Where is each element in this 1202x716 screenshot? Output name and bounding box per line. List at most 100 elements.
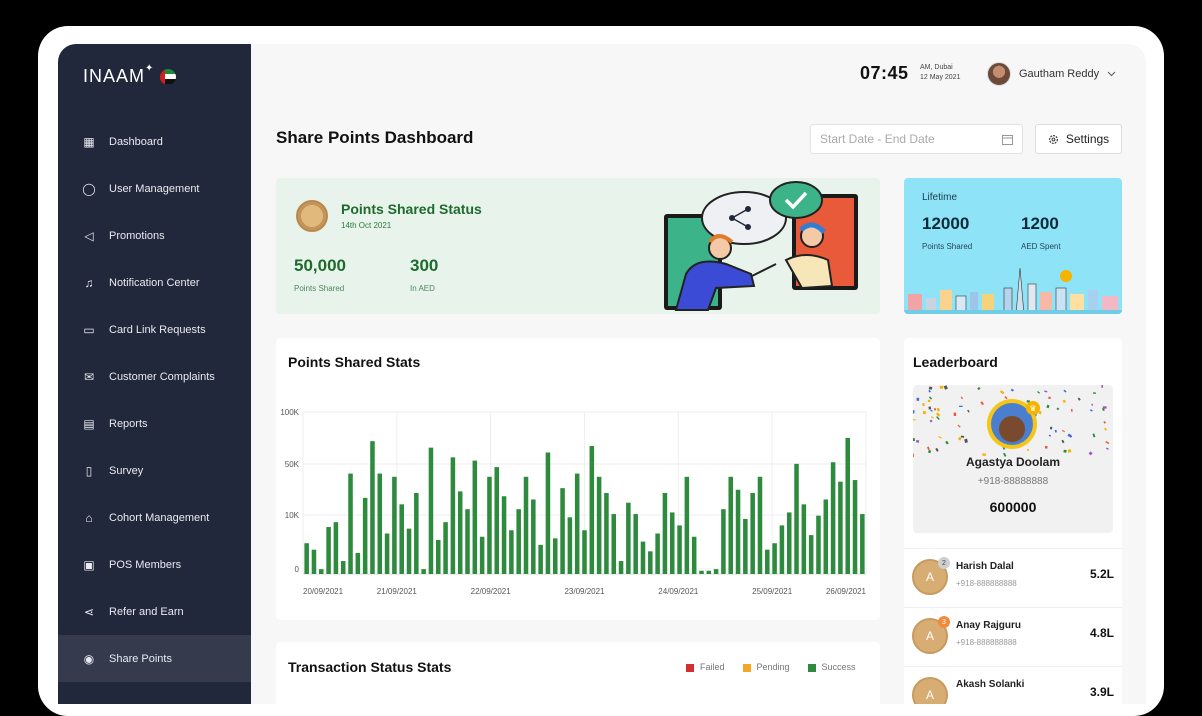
confetti-piece — [928, 406, 932, 410]
aed-value: 300 — [410, 256, 439, 275]
chart-bar — [662, 493, 668, 574]
legend-swatch — [742, 663, 751, 672]
chart-bar — [582, 530, 587, 574]
bell-icon: ♫ — [84, 275, 94, 290]
confetti-piece — [999, 390, 1005, 395]
chart-bar — [428, 447, 434, 574]
user-name: Gautham Reddy — [1019, 68, 1100, 80]
chart-bar — [348, 473, 353, 574]
x-tick-label: 21/09/2021 — [377, 587, 418, 596]
chart-bar — [626, 502, 631, 574]
chart-bar — [604, 493, 609, 574]
confetti-piece — [1103, 421, 1106, 424]
confetti-piece — [1010, 388, 1014, 392]
chart-bar — [370, 441, 375, 574]
x-tick-label: 24/09/2021 — [658, 587, 699, 596]
chart-bar — [830, 462, 836, 574]
leaderboard-row[interactable]: A 3 Anay Rajguru +918-888888888 4.8L — [904, 607, 1122, 663]
sidebar-item-card-link-requests[interactable]: ▭ Card Link Requests — [58, 306, 251, 353]
legend-label: Pending — [756, 662, 790, 672]
share-icon: ⋖ — [83, 604, 95, 619]
leaderboard-top-card[interactable]: ♛ Agastya Doolam +918-88888888 600000 — [913, 385, 1113, 533]
settings-button[interactable]: Settings — [1035, 124, 1122, 154]
app-window: INAAM ✦ ▦ Dashboard ◯ User Management ◁ Promo… — [58, 44, 1146, 704]
chart-bar — [362, 497, 368, 574]
lifetime-points-label: Points Shared — [922, 242, 973, 251]
leaderboard-title: Leaderboard — [913, 354, 998, 370]
leaderboard-row-name: Anay Rajguru — [956, 620, 1022, 631]
chart-bar — [618, 561, 624, 574]
confetti-piece — [1091, 403, 1094, 406]
confetti-piece — [929, 419, 933, 423]
user-menu[interactable]: Gautham Reddy — [987, 62, 1116, 86]
chart-bar — [765, 549, 770, 574]
brand-name: INAAM — [83, 66, 146, 86]
legend-item-pending[interactable]: Pending — [742, 662, 790, 672]
clipboard-icon: ▯ — [85, 463, 93, 478]
sidebar-item-label: Promotions — [109, 229, 165, 242]
leaderboard-row[interactable]: A Akash Solanki 3.9L — [904, 666, 1122, 704]
brand-star-icon: ✦ — [145, 63, 155, 74]
lifetime-aed-label: AED Spent — [1021, 242, 1061, 251]
sidebar-item-share-points[interactable]: ◉ Share Points — [58, 635, 251, 682]
confetti-piece — [1092, 433, 1096, 438]
confetti-piece — [945, 440, 949, 445]
confetti-piece — [1101, 385, 1104, 388]
confetti-piece — [913, 437, 916, 442]
sidebar-item-notification-center[interactable]: ♫ Notification Center — [58, 259, 251, 306]
chart-bar — [611, 514, 617, 574]
sidebar-item-refer-and-earn[interactable]: ⋖ Refer and Earn — [58, 588, 251, 635]
transaction-title: Transaction Status Stats — [288, 659, 452, 675]
confetti-piece — [1077, 397, 1081, 401]
chart-bar — [596, 476, 602, 574]
confetti-piece — [927, 449, 932, 454]
sidebar-item-survey[interactable]: ▯ Survey — [58, 447, 251, 494]
y-tick-label: 0 — [295, 565, 300, 574]
crown-icon: ♛ — [1026, 401, 1040, 415]
confetti-piece — [1092, 392, 1096, 394]
sidebar: INAAM ✦ ▦ Dashboard ◯ User Management ◁ Promo… — [58, 44, 251, 704]
sidebar-item-dashboard[interactable]: ▦ Dashboard — [58, 118, 251, 165]
sidebar-item-reports[interactable]: ▤ Reports — [58, 400, 251, 447]
chart-bar — [655, 533, 660, 574]
confetti-piece — [916, 440, 920, 443]
date-range-input[interactable]: Start Date - End Date — [810, 124, 1023, 154]
confetti-piece — [935, 412, 941, 417]
chart-bar — [340, 561, 346, 574]
settings-label: Settings — [1065, 132, 1110, 146]
confetti-piece — [1070, 408, 1073, 412]
sidebar-item-customer-complaints[interactable]: ✉ Customer Complaints — [58, 353, 251, 400]
x-tick-label: 20/09/2021 — [303, 587, 344, 596]
sidebar-item-pos-members[interactable]: ▣ POS Members — [58, 541, 251, 588]
legend-item-failed[interactable]: Failed — [686, 662, 725, 672]
chart-bar — [852, 480, 858, 574]
confetti-piece — [928, 389, 931, 393]
confetti-piece — [1044, 390, 1048, 393]
y-tick-label: 50K — [285, 460, 300, 469]
sidebar-item-cohort-management[interactable]: ⌂ Cohort Management — [58, 494, 251, 541]
sidebar-item-label: Notification Center — [109, 276, 200, 289]
confetti-piece — [938, 435, 942, 439]
chart-bar — [794, 463, 799, 574]
leader-phone: +918-88888888 — [977, 476, 1049, 487]
confetti-piece — [930, 409, 933, 412]
chart-bar — [479, 536, 485, 574]
confetti-piece — [1063, 449, 1067, 453]
sidebar-item-promotions[interactable]: ◁ Promotions — [58, 212, 251, 259]
legend-item-success[interactable]: Success — [807, 662, 856, 672]
chart-bar — [523, 476, 529, 574]
chart-bar — [399, 504, 404, 574]
chart-bar — [589, 446, 595, 574]
sidebar-item-user-management[interactable]: ◯ User Management — [58, 165, 251, 212]
chart-bar — [669, 512, 675, 574]
brand-logo[interactable]: INAAM ✦ — [83, 63, 177, 87]
chart-bar — [392, 476, 397, 574]
confetti-piece — [913, 419, 916, 421]
leaderboard-row-phone: +918-888888888 — [956, 579, 1017, 588]
sidebar-item-label: Survey — [109, 464, 144, 477]
chart-bar — [414, 493, 419, 574]
city-skyline-illustration — [904, 267, 1122, 314]
leaderboard-row[interactable]: A 2 Harish Dalal +918-888888888 5.2L — [904, 548, 1122, 604]
chart-bar — [552, 538, 558, 574]
confetti-piece — [936, 416, 940, 420]
